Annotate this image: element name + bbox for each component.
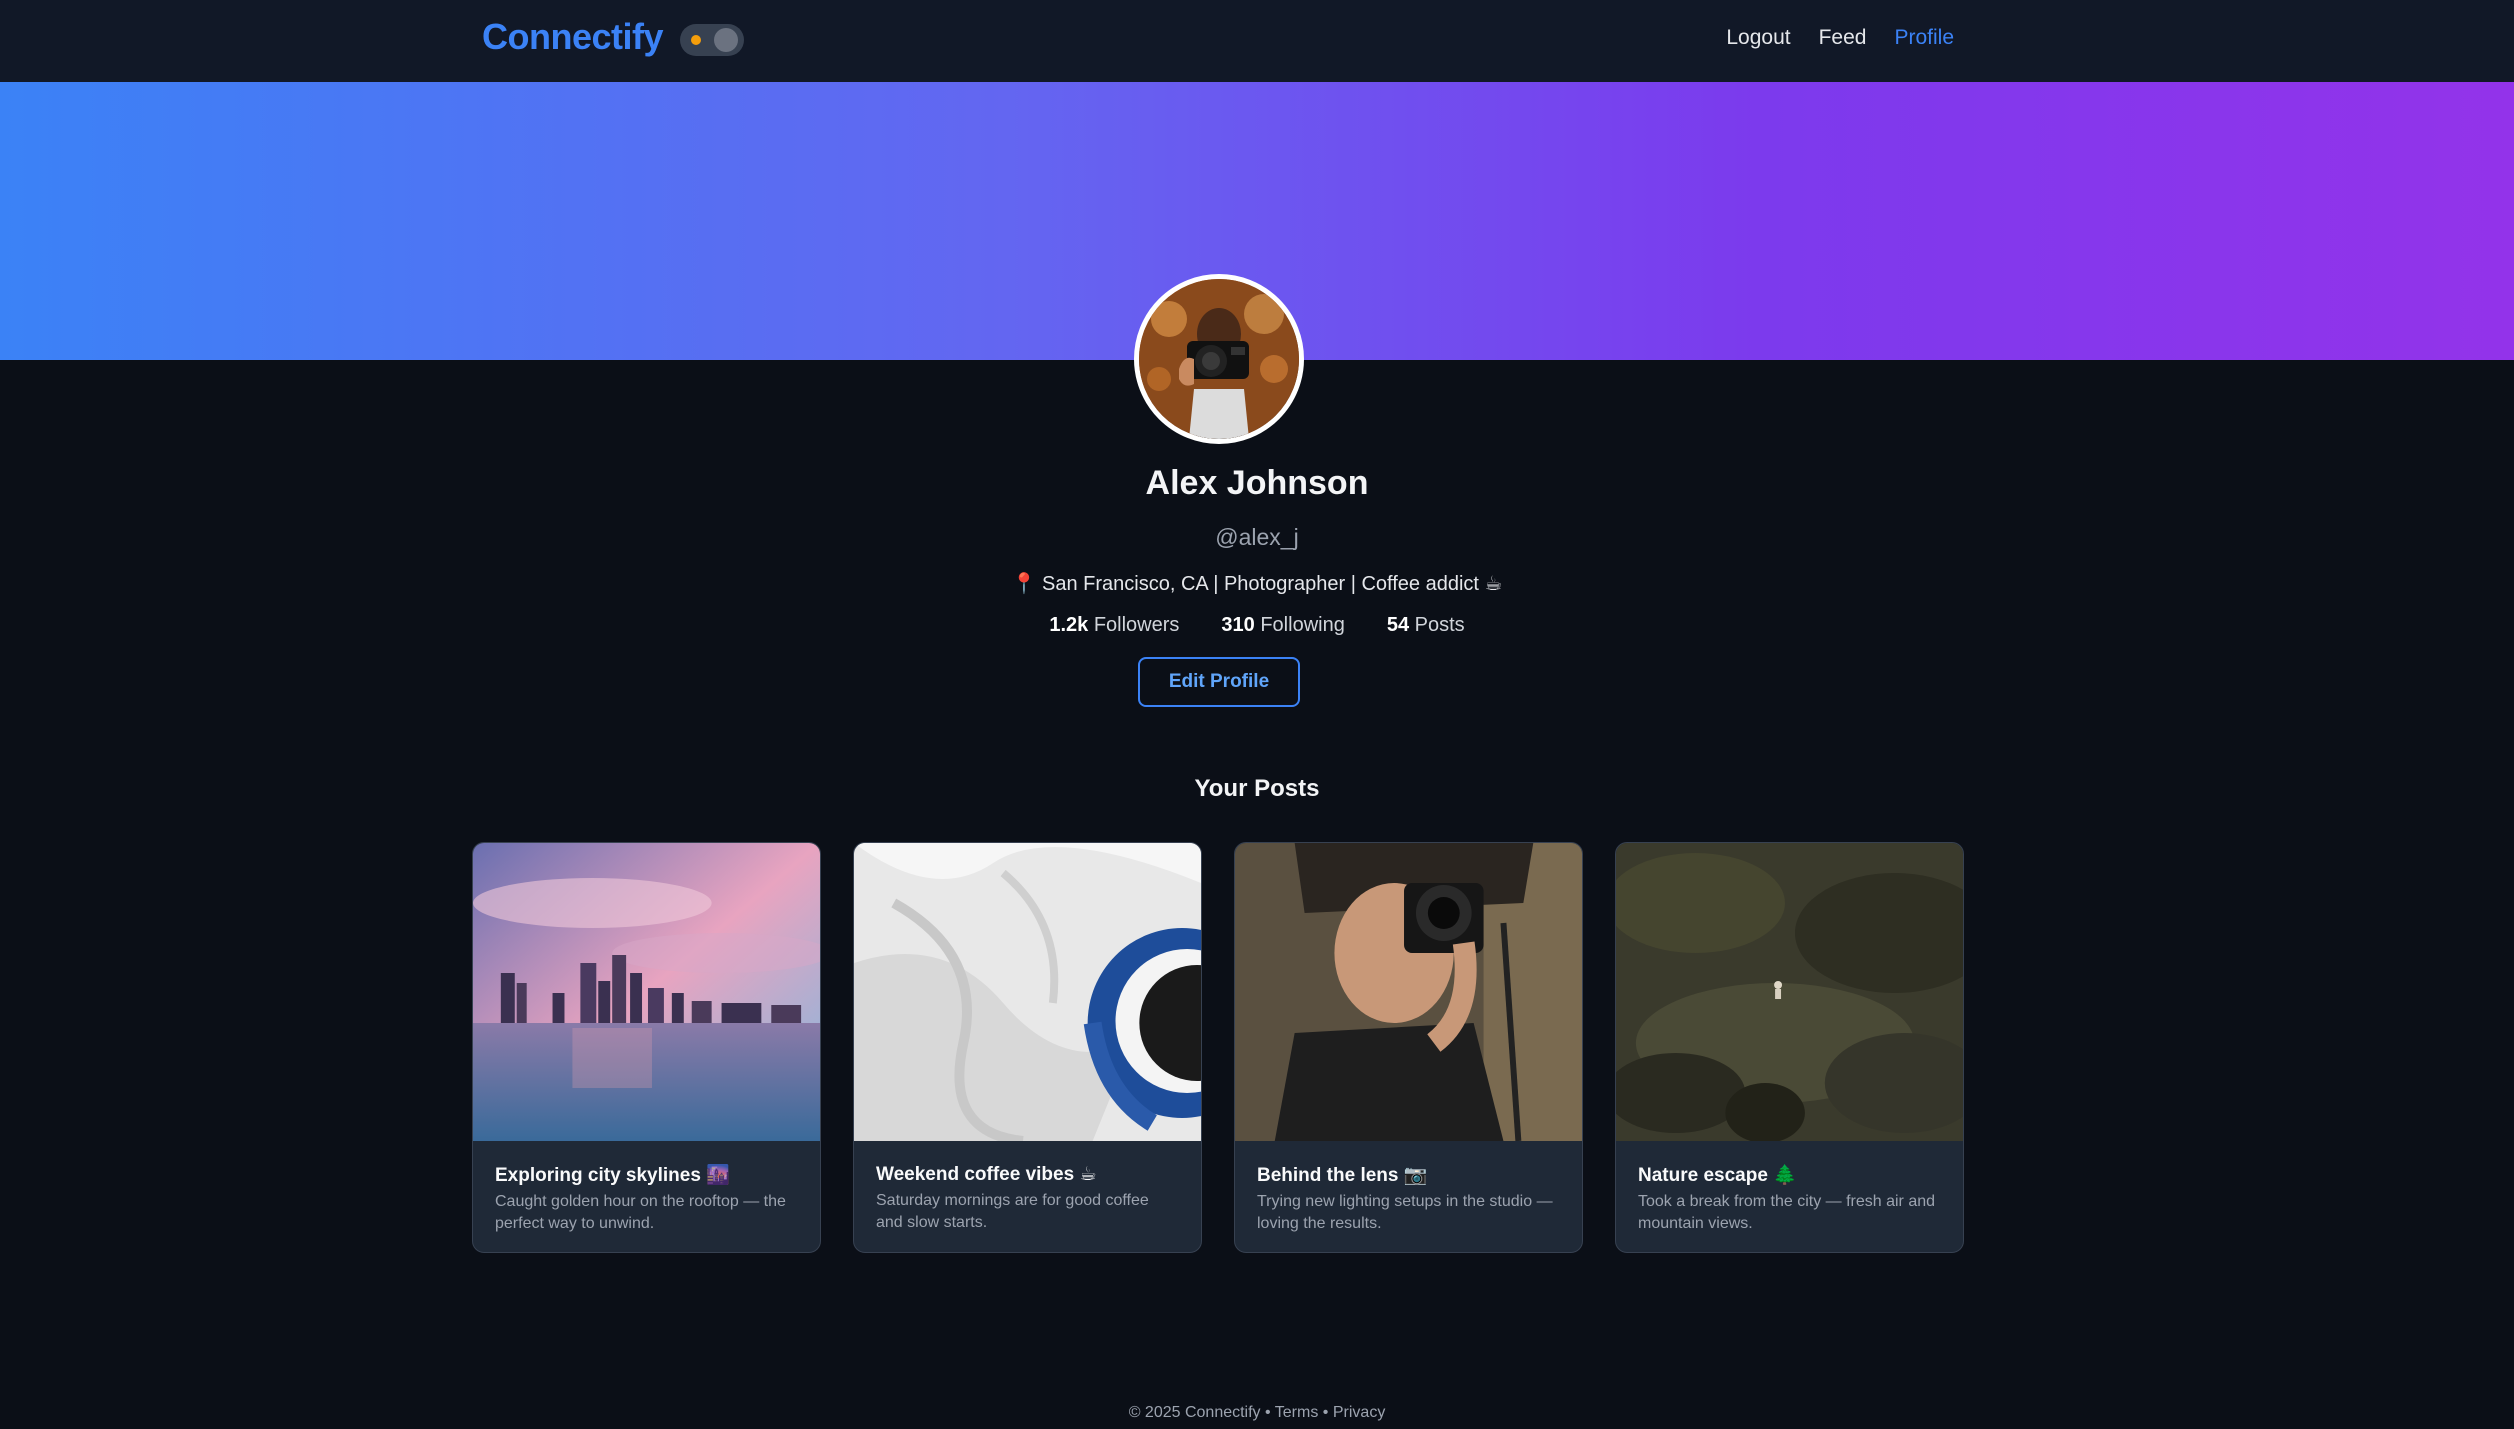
posts-section-title: Your Posts <box>1194 775 1320 802</box>
profile-bio: 📍 San Francisco, CA | Photographer | Cof… <box>1011 573 1503 595</box>
nature-image <box>1616 843 1963 1141</box>
nav-feed-link[interactable]: Feed <box>1819 26 1867 50</box>
stat-followers-value: 1.2k <box>1049 614 1089 636</box>
profile-handle: @alex_j <box>1215 524 1299 550</box>
avatar[interactable] <box>1134 274 1304 444</box>
nav-links: Logout Feed Profile <box>1726 26 1954 50</box>
theme-toggle[interactable] <box>680 24 744 56</box>
photographer-image <box>1235 843 1582 1141</box>
post-description: Saturday mornings are for good coffee an… <box>876 1192 1149 1231</box>
footer-terms-link[interactable]: Terms <box>1275 1404 1319 1421</box>
stat-following-value: 310 <box>1221 614 1255 636</box>
sun-icon <box>691 35 701 45</box>
posts-grid: Exploring city skylines 🌆 Caught golden … <box>472 842 1964 1253</box>
city-skyline-image <box>473 843 820 1141</box>
post-title: Weekend coffee vibes ☕ <box>876 1164 1097 1185</box>
coffee-cup-image <box>854 843 1201 1141</box>
stat-followers-label: Followers <box>1093 614 1180 636</box>
post-description: Took a break from the city — fresh air a… <box>1638 1193 1936 1232</box>
post-title: Behind the lens 📷 <box>1257 1165 1428 1186</box>
toggle-knob <box>714 28 738 52</box>
footer-separator: • <box>1322 1404 1329 1421</box>
footer: © 2025 Connectify • Terms • Privacy <box>0 1404 2514 1422</box>
stat-posts[interactable]: 54 Posts <box>1387 614 1465 637</box>
avatar-photo <box>1139 279 1299 439</box>
stat-following-label: Following <box>1260 614 1345 636</box>
post-card[interactable]: Exploring city skylines 🌆 Caught golden … <box>472 842 821 1253</box>
brand-logo[interactable]: Connectify <box>482 16 664 58</box>
post-title: Nature escape 🌲 <box>1638 1165 1797 1186</box>
edit-profile-button[interactable]: Edit Profile <box>1138 657 1300 707</box>
post-card[interactable]: Nature escape 🌲 Took a break from the ci… <box>1615 842 1964 1253</box>
post-card[interactable]: Weekend coffee vibes ☕ Saturday mornings… <box>853 842 1202 1253</box>
footer-copyright: © 2025 Connectify <box>1128 1404 1261 1421</box>
stat-posts-value: 54 <box>1386 614 1410 636</box>
stat-following[interactable]: 310 Following <box>1221 614 1344 637</box>
nav-logout-link[interactable]: Logout <box>1726 26 1790 50</box>
post-card[interactable]: Behind the lens 📷 Trying new lighting se… <box>1234 842 1583 1253</box>
footer-separator: • <box>1265 1404 1271 1421</box>
profile-stats: 1.2k Followers 310 Following 54 Posts <box>0 614 2514 637</box>
nav-profile-link[interactable]: Profile <box>1894 26 1954 50</box>
post-description: Caught golden hour on the rooftop — the … <box>495 1193 786 1232</box>
stat-posts-label: Posts <box>1414 614 1465 636</box>
profile-name: Alex Johnson <box>1145 464 1369 502</box>
footer-privacy-link[interactable]: Privacy <box>1333 1404 1385 1421</box>
post-description: Trying new lighting setups in the studio… <box>1257 1193 1553 1232</box>
stat-followers[interactable]: 1.2k Followers <box>1049 614 1179 637</box>
post-title: Exploring city skylines 🌆 <box>495 1165 730 1186</box>
navbar: Connectify Logout Feed Profile <box>0 0 2514 82</box>
